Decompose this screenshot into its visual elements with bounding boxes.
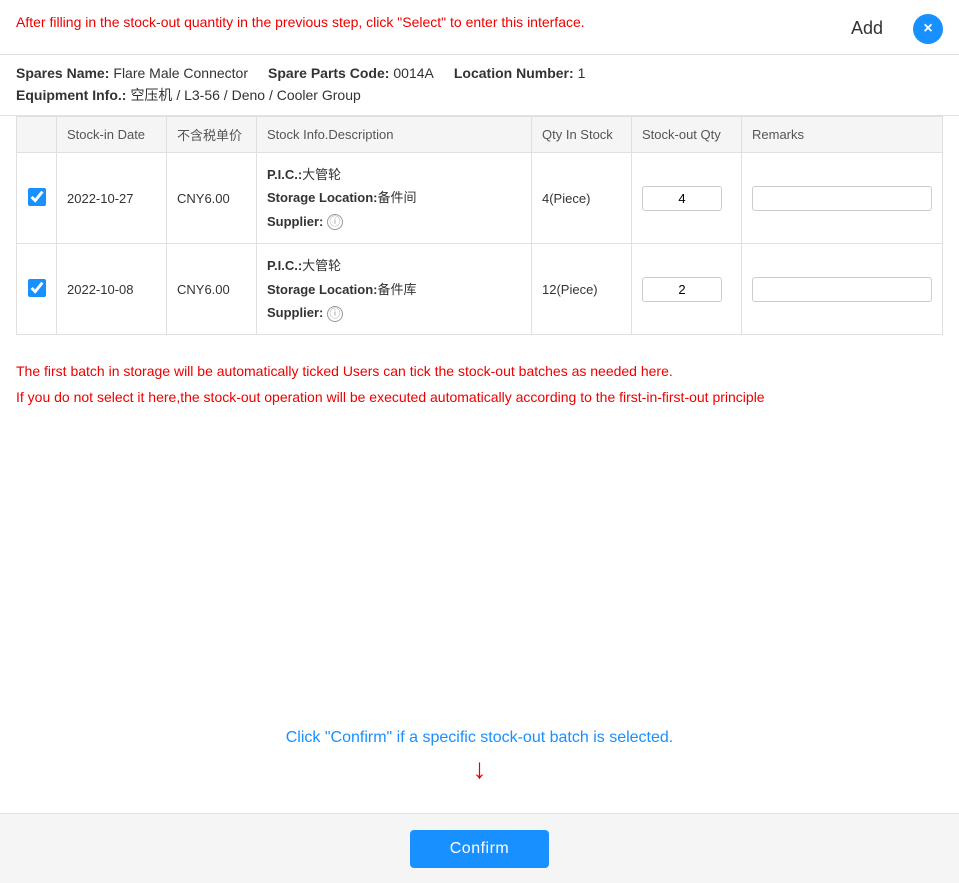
row-price: CNY6.00 [167, 153, 257, 244]
col-header-info: Stock Info.Description [257, 117, 532, 153]
spares-name-value: Flare Male Connector [113, 65, 248, 81]
remarks-input[interactable] [752, 277, 932, 302]
confirm-button[interactable]: Confirm [410, 830, 550, 868]
row-stockout-qty-cell[interactable] [632, 153, 742, 244]
annotation-text: The first batch in storage will be autom… [16, 359, 943, 409]
remarks-input[interactable] [752, 186, 932, 211]
table-row: 2022-10-27CNY6.00 P.I.C.:大管轮 Storage Loc… [17, 153, 943, 244]
stockout-qty-input[interactable] [642, 277, 722, 302]
row-remarks-cell[interactable] [742, 153, 943, 244]
row-checkbox-cell[interactable] [17, 244, 57, 335]
supplier-info-icon[interactable]: ⓘ [327, 214, 343, 230]
col-header-date: Stock-in Date [57, 117, 167, 153]
row-remarks-cell[interactable] [742, 244, 943, 335]
row-price: CNY6.00 [167, 244, 257, 335]
close-icon: × [923, 20, 932, 38]
info-section: Spares Name: Flare Male Connector Spare … [0, 55, 959, 116]
confirm-area: Confirm [0, 813, 959, 883]
header: After filling in the stock-out quantity … [0, 0, 959, 55]
stockout-qty-input[interactable] [642, 186, 722, 211]
row-qty-in-stock: 12(Piece) [532, 244, 632, 335]
bottom-instruction-text: Click "Confirm" if a specific stock-out … [0, 729, 959, 747]
col-header-remarks: Remarks [742, 117, 943, 153]
row-checkbox[interactable] [28, 279, 46, 297]
annotation-line2: If you do not select it here,the stock-o… [16, 389, 765, 405]
parts-code-label: Spare Parts Code: [268, 65, 389, 81]
col-header-no [17, 117, 57, 153]
stock-table: Stock-in Date 不含税单价 Stock Info.Descripti… [16, 116, 943, 335]
location-label: Location Number: [454, 65, 574, 81]
info-row-1: Spares Name: Flare Male Connector Spare … [16, 65, 943, 81]
row-checkbox-cell[interactable] [17, 153, 57, 244]
spares-name-item: Spares Name: Flare Male Connector [16, 65, 248, 81]
row-date: 2022-10-08 [57, 244, 167, 335]
location-value: 1 [578, 65, 586, 81]
col-header-price: 不含税单价 [167, 117, 257, 153]
row-qty-in-stock: 4(Piece) [532, 153, 632, 244]
annotation-section: The first batch in storage will be autom… [0, 335, 959, 419]
col-header-qty-stock: Qty In Stock [532, 117, 632, 153]
row-checkbox[interactable] [28, 188, 46, 206]
supplier-label: Supplier: ⓘ [267, 305, 343, 320]
col-header-stockout: Stock-out Qty [632, 117, 742, 153]
table-row: 2022-10-08CNY6.00 P.I.C.:大管轮 Storage Loc… [17, 244, 943, 335]
table-header-row: Stock-in Date 不含税单价 Stock Info.Descripti… [17, 117, 943, 153]
location-item: Location Number: 1 [454, 65, 586, 81]
supplier-label: Supplier: ⓘ [267, 214, 343, 229]
row-stock-info: P.I.C.:大管轮 Storage Location:备件间 Supplier… [257, 153, 532, 244]
bottom-instruction: Click "Confirm" if a specific stock-out … [0, 729, 959, 783]
header-title: Add [851, 18, 883, 39]
row-date: 2022-10-27 [57, 153, 167, 244]
row-stockout-qty-cell[interactable] [632, 244, 742, 335]
parts-code-value: 0014A [393, 65, 433, 81]
arrow-down-icon: ↓ [0, 755, 959, 783]
storage-label: Storage Location:备件间 [267, 190, 417, 205]
row-stock-info: P.I.C.:大管轮 Storage Location:备件库 Supplier… [257, 244, 532, 335]
header-instruction: After filling in the stock-out quantity … [16, 12, 841, 33]
pic-label: P.I.C.:大管轮 [267, 167, 341, 182]
pic-label: P.I.C.:大管轮 [267, 258, 341, 273]
parts-code-item: Spare Parts Code: 0014A [268, 65, 434, 81]
equipment-value: 空压机 / L3-56 / Deno / Cooler Group [130, 85, 360, 105]
spares-name-label: Spares Name: [16, 65, 109, 81]
supplier-info-icon[interactable]: ⓘ [327, 306, 343, 322]
equipment-item: Equipment Info.: 空压机 / L3-56 / Deno / Co… [16, 85, 361, 105]
info-row-2: Equipment Info.: 空压机 / L3-56 / Deno / Co… [16, 85, 943, 105]
storage-label: Storage Location:备件库 [267, 282, 417, 297]
close-button[interactable]: × [913, 14, 943, 44]
annotation-line1: The first batch in storage will be autom… [16, 363, 673, 379]
stock-table-section: Stock-in Date 不含税单价 Stock Info.Descripti… [0, 116, 959, 335]
equipment-label: Equipment Info.: [16, 87, 126, 103]
